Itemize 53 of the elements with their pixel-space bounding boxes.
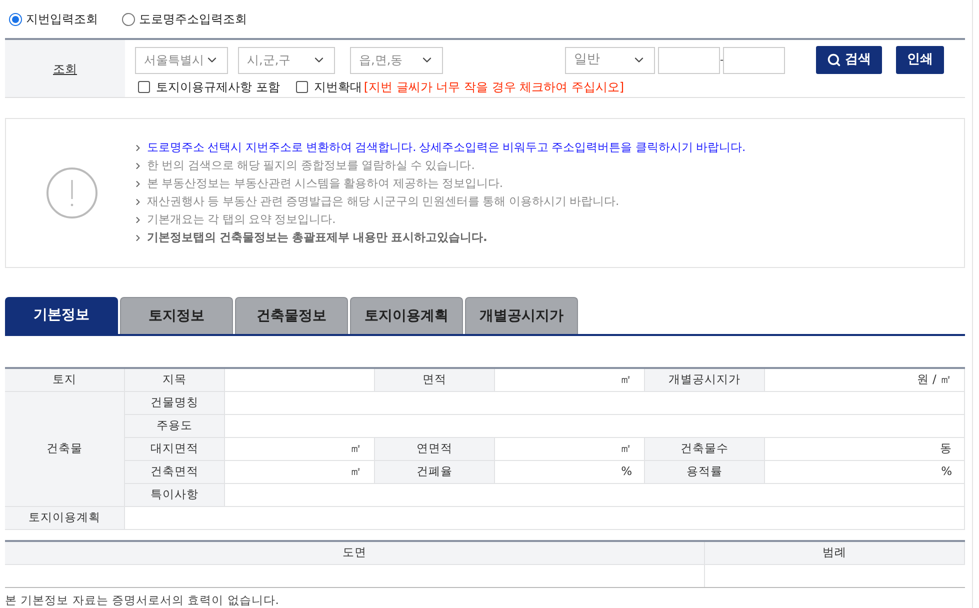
tab[interactable]: 기본정보 — [5, 297, 118, 334]
notice-text: 도로명주소 선택시 지번주소로 변환하여 검색합니다. 상세주소입력은 비워두고 주소입력버튼을 클릭하시기 바랍니다. — [147, 139, 746, 156]
row-header: 용적률 — [645, 461, 765, 484]
row-header: 연면적 — [375, 438, 495, 461]
input-field[interactable] — [658, 46, 720, 74]
dropdown[interactable]: 서울특별시 — [135, 46, 228, 74]
row-header: 주용도 — [125, 415, 225, 438]
checkbox-option[interactable]: 지번확대 [지번 글씨가 너무 작을 경우 체크하여 주십시오] — [296, 78, 624, 96]
row-header: 건폐율 — [375, 461, 495, 484]
search-button[interactable]: 검색 — [816, 46, 882, 74]
dropdown[interactable]: 시,군,구 — [238, 46, 335, 74]
exclamation-icon — [46, 167, 98, 219]
separator-text: - — [720, 54, 723, 68]
notice-text: 재산권행사 등 부동산 관련 증명발급은 해당 시군구의 민원센터를 통해 이용하시기 바랍니다. — [147, 193, 619, 210]
checkbox[interactable] — [296, 81, 308, 93]
dropdown[interactable]: 일반 — [565, 46, 655, 74]
radio-button[interactable] — [9, 12, 22, 26]
hint-text: [지번 글씨가 너무 작을 경우 체크하여 주십시오] — [364, 79, 624, 96]
notice-text: 한 번의 검색으로 해당 필지의 종합정보를 열람하실 수 있습니다. — [147, 157, 474, 174]
tab[interactable]: 건축물정보 — [235, 297, 348, 334]
row-header: 건축물수 — [645, 438, 765, 461]
table-cell: % — [765, 461, 965, 484]
footer-note: 본 기본정보 자료는 증명서로서의 효력이 없습니다. — [5, 592, 280, 608]
table-cell: 원 / ㎡ — [765, 369, 965, 392]
row-header: 건물명칭 — [125, 392, 225, 415]
radio-option[interactable]: 도로명주소입력조회 — [122, 10, 247, 28]
column-header: 도면 — [5, 542, 705, 565]
row-header: 면적 — [375, 369, 495, 392]
row-header: 대지면적 — [125, 438, 225, 461]
row-header: 특이사항 — [125, 484, 225, 507]
row-header: 토지이용계획 — [5, 507, 125, 530]
print-button[interactable]: 인쇄 — [896, 46, 944, 74]
notice-text: 본 부동산정보는 부동산관련 시스템을 활용하여 제공하는 정보입니다. — [147, 175, 503, 192]
table-cell: 동 — [765, 438, 965, 461]
row-header: 토지 — [5, 369, 125, 392]
input-field[interactable] — [723, 46, 785, 74]
column-header: 범례 — [705, 542, 965, 565]
checkbox-option[interactable]: 토지이용규제사항 포함 — [138, 78, 280, 96]
row-header: 건축물 — [5, 392, 125, 507]
search-label-link[interactable]: 조회 — [53, 60, 77, 78]
checkbox[interactable] — [138, 81, 150, 93]
tab[interactable]: 개별공시지가 — [465, 297, 578, 334]
tab[interactable]: 토지이용계획 — [350, 297, 463, 334]
radio-option[interactable]: 지번입력조회 — [9, 10, 98, 28]
search-icon — [827, 53, 841, 67]
row-header: 지목 — [125, 369, 225, 392]
row-header: 개별공시지가 — [645, 369, 765, 392]
row-header: 건축면적 — [125, 461, 225, 484]
radio-button[interactable] — [122, 12, 135, 26]
tab[interactable]: 토지정보 — [120, 297, 233, 334]
dropdown[interactable]: 읍,면,동 — [350, 46, 443, 74]
notice-text: 기본정보탭의 건축물정보는 총괄표제부 내용만 표시하고있습니다. — [147, 229, 487, 246]
notice-text: 기본개요는 각 탭의 요약 정보입니다. — [147, 211, 336, 228]
